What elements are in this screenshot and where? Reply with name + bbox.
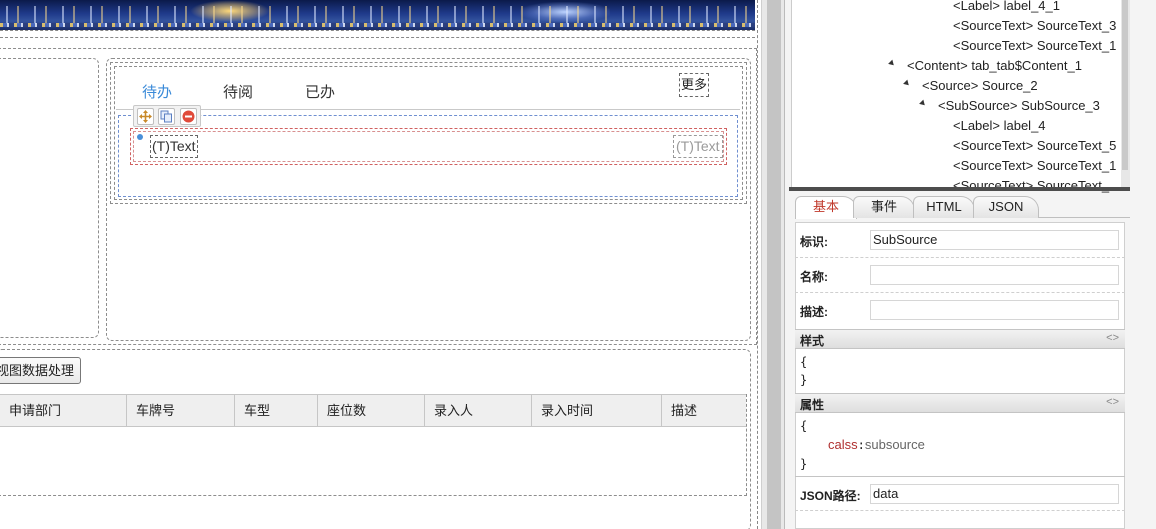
attr-section-title: 属性 [800,398,825,412]
grid-header: 申请部门 车牌号 车型 座位数 录入人 录入时间 描述 [0,394,746,427]
source-text-date[interactable]: (T)Text [673,135,723,158]
name-label: 名称: [800,270,828,284]
json-path-row: JSON路径: data [795,476,1125,511]
code-toggle-icon[interactable]: <> [1106,332,1119,344]
designer-window: 待办 待阅 已办 更多 (T)Text (T)Text 视图数据处理 申请部门 [0,0,1156,529]
attr-separator: : [857,438,865,452]
tab-done[interactable]: 已办 [305,81,335,102]
canvas-scrollbar-thumb[interactable] [767,0,781,529]
tab-json[interactable]: JSON [973,196,1039,218]
banner-frame [0,30,755,38]
grid-column-header[interactable]: 车牌号 [127,395,235,426]
source-text-title[interactable]: (T)Text [150,135,198,158]
id-row: 标识: SubSource [795,223,1125,258]
style-close-brace: } [800,373,808,387]
tree-node[interactable]: <Label> label_4 [953,116,1046,136]
attr-value: subsource [864,437,925,452]
element-toolbar [133,105,201,127]
attr-entry[interactable]: calss:subsource [828,436,925,454]
desc-label: 描述: [800,305,828,319]
desc-field[interactable] [870,300,1119,320]
code-toggle-icon[interactable]: <> [1106,396,1119,408]
desc-row: 描述: [795,293,1125,328]
name-field[interactable] [870,265,1119,285]
banner-city-lights [0,23,755,27]
tab-events[interactable]: 事件 [853,196,915,218]
attr-key: calss [828,437,858,452]
panel-splitter[interactable] [789,187,1131,191]
tab-basic[interactable]: 基本 [795,196,857,219]
banner-skyline [0,6,755,24]
tree-node[interactable]: <SourceText> SourceText_1 [953,36,1116,56]
id-label: 标识: [800,235,828,249]
design-canvas[interactable]: 待办 待阅 已办 更多 (T)Text (T)Text 视图数据处理 申请部门 [0,0,760,529]
list-bullet [137,134,143,140]
tree-node-selected[interactable]: <SubSource> SubSource_3 [938,96,1100,116]
view-data-process-button[interactable]: 视图数据处理 [0,357,81,384]
json-path-field[interactable]: data [870,484,1119,504]
attr-close-brace: } [800,457,808,471]
grid-column-header[interactable]: 申请部门 [0,395,127,426]
tree-node[interactable]: <SourceText> SourceText_5 [953,136,1116,156]
move-icon[interactable] [137,108,154,125]
json-path-label: JSON路径: [800,489,861,503]
id-field[interactable]: SubSource [870,230,1119,250]
grid-column-header[interactable]: 车型 [235,395,318,426]
tree-node[interactable]: <SourceText> SourceText_3 [953,16,1116,36]
name-row: 名称: [795,258,1125,293]
tab-todo[interactable]: 待办 [142,81,172,102]
style-open-brace: { [800,355,808,369]
grid-column-header[interactable]: 录入时间 [532,395,662,426]
tree-node[interactable]: <SourceText> SourceText_ [953,176,1109,196]
grid-column-header[interactable]: 录入人 [425,395,532,426]
property-tabs: 基本 事件 HTML JSON [795,196,1130,219]
grid-column-header[interactable]: 描述 [662,395,746,426]
tab-to-read[interactable]: 待阅 [223,81,253,102]
attr-open-brace: { [800,419,808,433]
tree-scrollbar-thumb[interactable] [1122,0,1128,170]
left-panel[interactable] [0,58,99,338]
tab-strip: 待办 待阅 已办 [116,68,740,110]
inspector-edge [1130,0,1156,529]
copy-icon[interactable] [158,108,175,125]
sub-source-item-inner[interactable] [133,131,724,162]
style-section-title: 样式 [800,334,825,348]
tree-node[interactable]: <SourceText> SourceText_1 [953,156,1116,176]
style-section-header[interactable]: 样式 <> [795,329,1125,349]
tree-node[interactable]: <Content> tab_tab$Content_1 [907,56,1082,76]
more-button[interactable]: 更多 [679,73,709,97]
grid-column-header[interactable]: 座位数 [318,395,425,426]
tree-node[interactable]: <Source> Source_2 [922,76,1038,96]
attr-section-header[interactable]: 属性 <> [795,393,1125,413]
delete-icon[interactable] [180,108,197,125]
tab-html[interactable]: HTML [913,196,975,218]
tree-node[interactable]: <Label> label_4_1 [953,0,1060,16]
header-banner-image [0,0,755,30]
